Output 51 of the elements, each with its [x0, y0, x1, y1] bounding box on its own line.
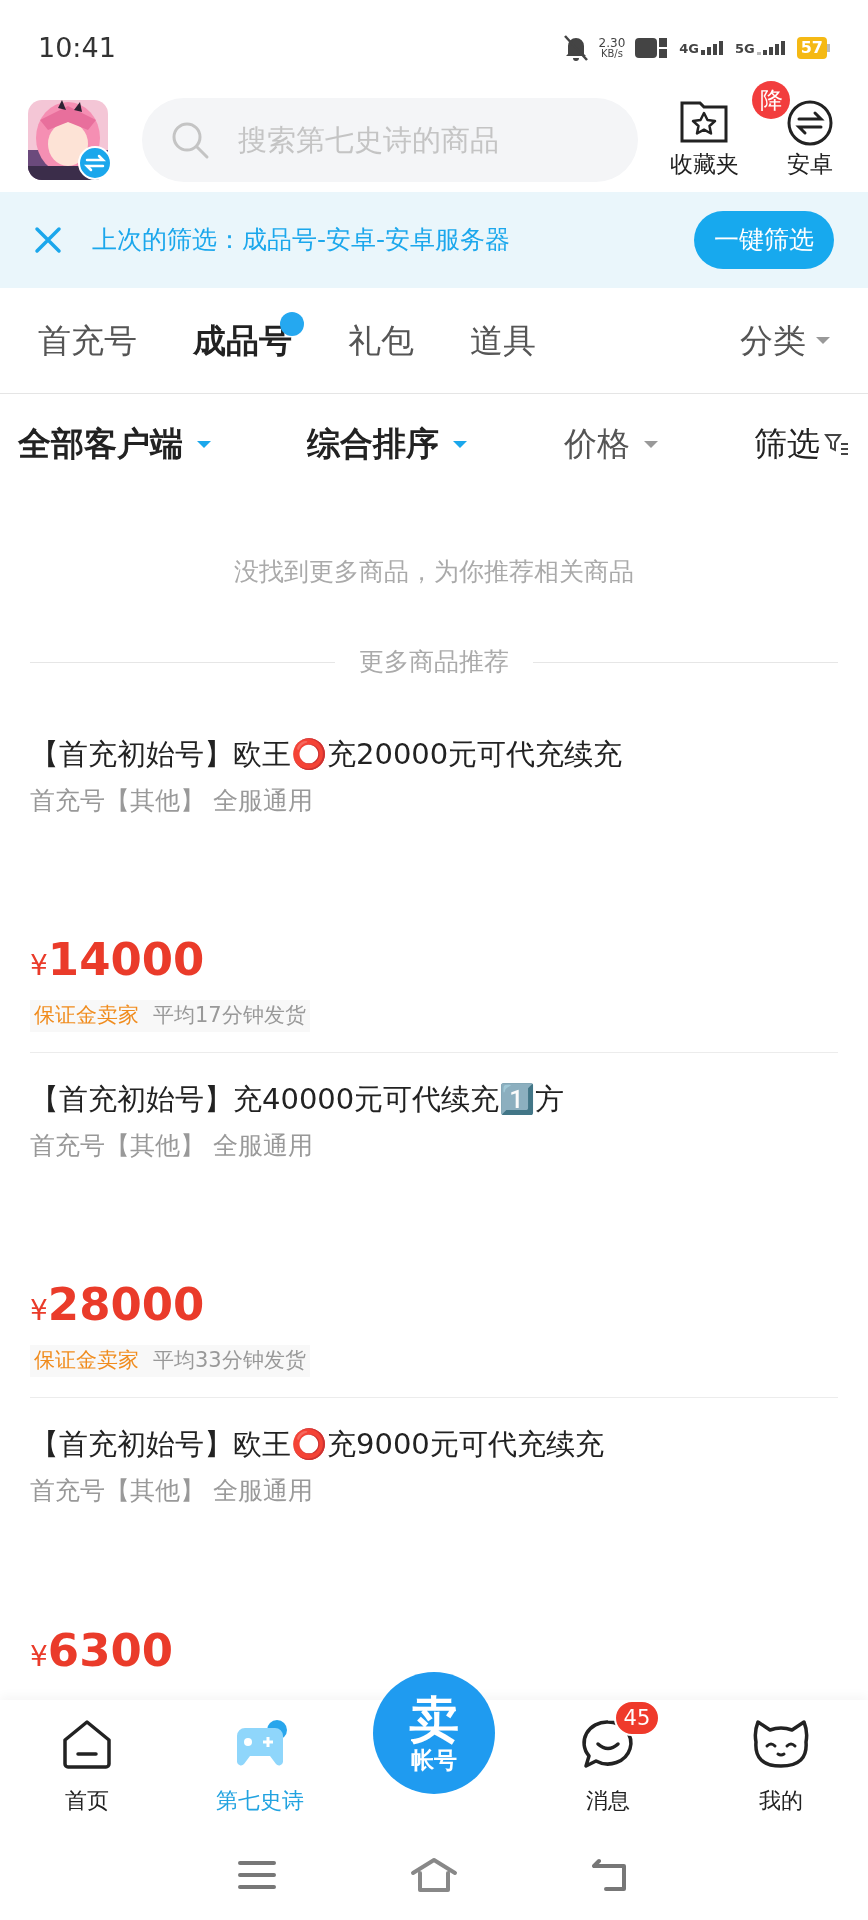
cat-face-icon — [752, 1718, 811, 1770]
sort-dropdown[interactable]: 综合排序 — [307, 419, 468, 469]
seller-tag: 保证金卖家 — [34, 1000, 139, 1032]
search-icon — [170, 120, 210, 160]
item-price: 28000 — [47, 1277, 205, 1333]
item-price: 14000 — [47, 932, 205, 988]
currency-symbol: ¥ — [30, 1639, 48, 1675]
network-type: 5G — [735, 42, 755, 55]
section-title: 更多商品推荐 — [359, 646, 509, 679]
filter-button[interactable]: 筛选 — [754, 419, 850, 469]
category-tab[interactable]: 成品号 — [193, 315, 292, 366]
home-icon — [60, 1718, 113, 1770]
delivery-time: 平均33分钟发货 — [153, 1347, 306, 1375]
sort-dropdown[interactable]: 全部客户端 — [18, 419, 211, 469]
currency-symbol: ¥ — [30, 948, 48, 984]
sort-dropdown[interactable]: 价格 — [563, 419, 658, 469]
item-subtitle: 首充号【其他】 全服通用 — [30, 785, 314, 817]
filter-icon — [824, 431, 850, 457]
bell-off-icon — [562, 34, 589, 62]
speed-unit: KB/s — [600, 49, 623, 59]
last-filter-text: 上次的筛选：成品号-安卓-安卓服务器 — [92, 224, 512, 257]
unread-badge: 45 — [613, 1700, 661, 1736]
category-tab[interactable]: 首充号 — [38, 315, 137, 366]
delivery-time: 平均17分钟发货 — [153, 1002, 306, 1030]
price-drop-badge: 降 — [752, 80, 790, 119]
battery-level: 57 — [796, 37, 827, 59]
currency-symbol: ¥ — [30, 1293, 48, 1329]
item-price: 6300 — [47, 1623, 174, 1679]
favorites-button[interactable]: 收藏夹 — [668, 98, 740, 182]
category-tab[interactable]: 道具 — [470, 315, 536, 366]
signal-icon — [756, 41, 787, 55]
menu-icon[interactable] — [238, 1860, 276, 1890]
item-title[interactable]: 【首充初始号】欧王⭕充20000元可代充续充 — [30, 732, 838, 776]
switch-icon — [786, 98, 834, 147]
signal-icon — [701, 41, 725, 55]
network-type: 4G — [679, 42, 699, 55]
nav-tab[interactable]: 首页 — [60, 1714, 113, 1817]
item-subtitle: 首充号【其他】 全服通用 — [30, 1475, 314, 1507]
home-icon[interactable] — [410, 1857, 458, 1893]
nav-tab[interactable]: 我的 — [752, 1714, 811, 1817]
status-time: 10:41 — [38, 30, 116, 65]
network-speed: 2.30 — [598, 37, 626, 49]
close-icon[interactable] — [34, 226, 62, 254]
item-title[interactable]: 【首充初始号】欧王⭕充9000元可代充续充 — [30, 1422, 838, 1466]
item-subtitle: 首充号【其他】 全服通用 — [30, 1130, 314, 1162]
category-tab[interactable]: 礼包 — [348, 315, 414, 366]
seller-tag: 保证金卖家 — [34, 1345, 139, 1377]
category-dropdown[interactable]: 分类 — [740, 315, 830, 366]
switch-icon[interactable] — [78, 146, 112, 180]
item-title[interactable]: 【首充初始号】充40000元可代续充1⃣方 — [30, 1077, 838, 1121]
empty-message: 没找到更多商品，为你推荐相关商品 — [234, 556, 634, 589]
